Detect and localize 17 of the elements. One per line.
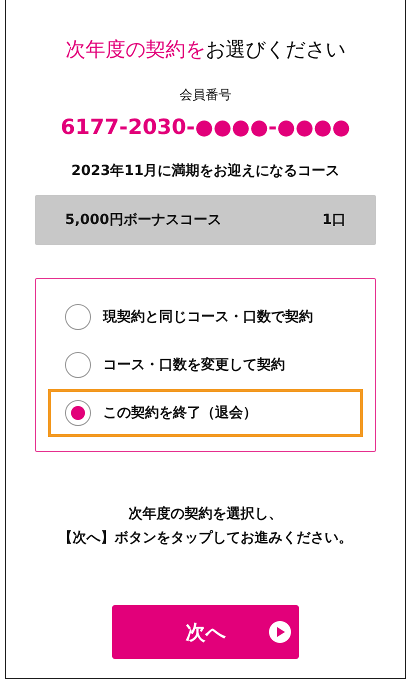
page-title: お選びください xyxy=(206,37,346,61)
radio-option[interactable]: コース・口数を変更して契約 xyxy=(48,341,363,389)
radio-option[interactable]: 現契約と同じコース・口数で契約 xyxy=(48,293,363,341)
play-icon xyxy=(269,621,291,643)
radio-option[interactable]: この契約を終了（退会） xyxy=(48,389,363,437)
title-highlight: 次年度の契約を xyxy=(66,37,206,61)
course-heading: 2023年11月に満期をお迎えになるコース xyxy=(71,162,340,181)
course-name: 5,000円ボーナスコース xyxy=(65,210,222,230)
course-units: 1口 xyxy=(322,210,346,230)
radio-icon xyxy=(65,304,91,330)
instruction-text: 次年度の契約を選択し、 xyxy=(128,504,284,524)
radio-icon xyxy=(65,352,91,378)
member-number: 6177-2030-●●●●-●●●● xyxy=(60,114,350,140)
next-button[interactable]: 次へ xyxy=(112,605,299,659)
instruction-text: 【次へ】ボタンをタップしてお進みください。 xyxy=(58,529,352,548)
member-number-label: 会員番号 xyxy=(180,87,232,105)
radio-icon xyxy=(65,400,91,426)
